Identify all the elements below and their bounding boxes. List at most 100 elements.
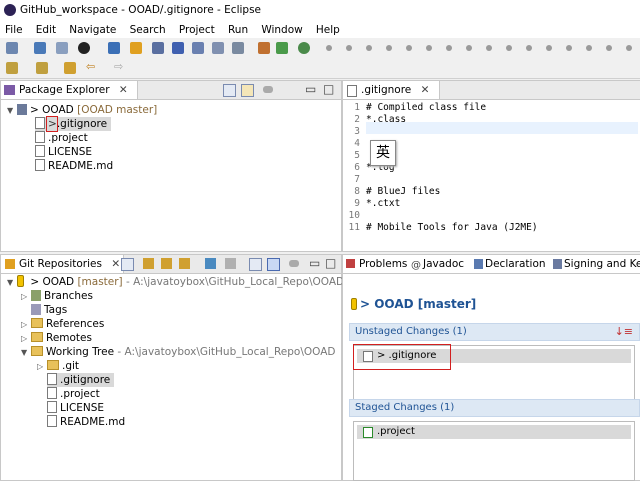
- view-menu-icon[interactable]: [289, 260, 299, 267]
- block-select-icon[interactable]: [192, 42, 204, 54]
- toolbar-item-icon[interactable]: [366, 45, 372, 51]
- add-repo-icon[interactable]: [143, 258, 154, 269]
- list-item[interactable]: .project: [47, 387, 100, 401]
- ime-indicator[interactable]: 英: [370, 140, 396, 166]
- toolbar-item-icon[interactable]: [526, 45, 532, 51]
- github-icon[interactable]: [78, 42, 90, 54]
- menu-window[interactable]: Window: [256, 20, 307, 36]
- tab-javadoc[interactable]: @ Javadoc: [407, 255, 472, 273]
- branches-icon: [31, 290, 41, 301]
- toolbar-item-icon[interactable]: [566, 45, 572, 51]
- back-icon[interactable]: ⇦: [86, 60, 95, 73]
- pen-icon[interactable]: [172, 42, 184, 54]
- toolbar-item-icon[interactable]: [546, 45, 552, 51]
- maximize-icon[interactable]: □: [323, 82, 334, 96]
- prev-annotation-icon[interactable]: [36, 62, 48, 74]
- menu-navigate[interactable]: Navigate: [64, 20, 121, 36]
- debug-icon[interactable]: [298, 42, 310, 54]
- link-editor-icon[interactable]: [241, 84, 254, 97]
- tab-git-repositories[interactable]: Git Repositories ✕: [1, 255, 124, 273]
- tab-problems[interactable]: Problems: [343, 255, 408, 273]
- list-item[interactable]: .project: [35, 131, 88, 145]
- paragraph-icon[interactable]: [232, 42, 244, 54]
- repo-node[interactable]: ▼ > OOAD [master] - A:\javatoybox\GitHub…: [7, 275, 365, 289]
- chevron-right-icon[interactable]: ▷: [21, 318, 31, 332]
- list-item[interactable]: LICENSE: [35, 145, 92, 159]
- new-icon[interactable]: [6, 42, 18, 54]
- save-icon[interactable]: [34, 42, 46, 54]
- terminal-icon[interactable]: [108, 42, 120, 54]
- git-icon[interactable]: [130, 42, 142, 54]
- file-icon: [47, 401, 57, 413]
- code-line[interactable]: 3: [346, 126, 366, 138]
- tree-node-remotes[interactable]: ▷ Remotes: [21, 331, 92, 345]
- toolbar-item-icon[interactable]: [486, 45, 492, 51]
- sort-icon[interactable]: ↓≡: [615, 324, 633, 340]
- list-item[interactable]: README.md: [35, 159, 113, 173]
- refresh-icon[interactable]: [205, 258, 216, 269]
- collapse-all-icon[interactable]: [223, 84, 236, 97]
- toolbar-item-icon[interactable]: [326, 45, 332, 51]
- run-icon[interactable]: [276, 42, 288, 54]
- list-item[interactable]: LICENSE: [47, 401, 104, 415]
- menu-edit[interactable]: Edit: [31, 20, 61, 36]
- toolbar-item-icon[interactable]: [386, 45, 392, 51]
- tree-node-tags[interactable]: Tags: [21, 303, 67, 317]
- chevron-down-icon[interactable]: ▼: [7, 276, 17, 290]
- filter-icon[interactable]: [249, 258, 262, 271]
- tree-node-branches[interactable]: ▷ Branches: [21, 289, 93, 303]
- clone-repo-icon[interactable]: [161, 258, 172, 269]
- forward-icon[interactable]: ⇨: [114, 60, 123, 73]
- toolbar-item-icon[interactable]: [346, 45, 352, 51]
- link-selection-icon[interactable]: [267, 258, 280, 271]
- menu-project[interactable]: Project: [174, 20, 220, 36]
- toolbar-item-icon[interactable]: [426, 45, 432, 51]
- repository-icon: [351, 298, 357, 310]
- view-menu-icon[interactable]: [263, 86, 273, 93]
- minimize-icon[interactable]: ▭: [305, 82, 316, 96]
- package-icon[interactable]: [258, 42, 270, 54]
- menu-help[interactable]: Help: [311, 20, 345, 36]
- next-annotation-icon[interactable]: [6, 62, 18, 74]
- list-item[interactable]: .gitignore: [47, 373, 115, 387]
- chevron-right-icon[interactable]: ▷: [37, 360, 47, 374]
- unstaged-section-header[interactable]: Unstaged Changes (1) ↓≡: [349, 323, 640, 341]
- tab-declaration[interactable]: Declaration: [471, 255, 552, 273]
- tab-package-explorer[interactable]: Package Explorer ✕: [1, 81, 138, 99]
- list-item[interactable]: README.md: [47, 415, 125, 429]
- menu-file[interactable]: File: [0, 20, 28, 36]
- tab-signing-keys[interactable]: Signing and Keys: [551, 255, 640, 273]
- toolbar-item-icon[interactable]: [506, 45, 512, 51]
- link-icon[interactable]: [225, 258, 236, 269]
- toolbar-item-icon[interactable]: [626, 45, 632, 51]
- minimize-icon[interactable]: ▭: [309, 256, 320, 270]
- chevron-right-icon[interactable]: ▷: [21, 332, 31, 346]
- close-icon[interactable]: ✕: [421, 84, 430, 96]
- create-repo-icon[interactable]: [179, 258, 190, 269]
- tree-node-working-tree[interactable]: ▼ Working Tree - A:\javatoybox\GitHub_Loc…: [21, 345, 336, 359]
- toggle-mark-icon[interactable]: [152, 42, 164, 54]
- toolbar-item-icon[interactable]: [606, 45, 612, 51]
- list-item[interactable]: .project: [357, 425, 631, 439]
- chevron-down-icon[interactable]: ▼: [7, 104, 17, 118]
- list-item[interactable]: ▷ .git: [37, 359, 79, 373]
- tab-gitignore[interactable]: .gitignore ✕: [343, 81, 440, 99]
- menu-search[interactable]: Search: [125, 20, 171, 36]
- chevron-down-icon[interactable]: ▼: [21, 346, 31, 360]
- menu-run[interactable]: Run: [223, 20, 253, 36]
- tree-node-references[interactable]: ▷ References: [21, 317, 104, 331]
- staged-section-header[interactable]: Staged Changes (1): [349, 399, 640, 417]
- close-icon[interactable]: ✕: [119, 84, 128, 96]
- close-icon[interactable]: ✕: [111, 258, 120, 270]
- last-edit-icon[interactable]: [64, 62, 76, 74]
- toolbar-item-icon[interactable]: [406, 45, 412, 51]
- toolbar-item-icon[interactable]: [446, 45, 452, 51]
- maximize-icon[interactable]: □: [325, 256, 336, 270]
- toolbar-item-icon[interactable]: [586, 45, 592, 51]
- project-node[interactable]: ▼ > OOAD [OOAD master]: [7, 103, 157, 117]
- toolbar-item-icon[interactable]: [466, 45, 472, 51]
- collapse-all-icon[interactable]: [121, 258, 134, 271]
- save-all-icon[interactable]: [56, 42, 68, 54]
- chevron-right-icon[interactable]: ▷: [21, 290, 31, 304]
- whitespace-icon[interactable]: [212, 42, 224, 54]
